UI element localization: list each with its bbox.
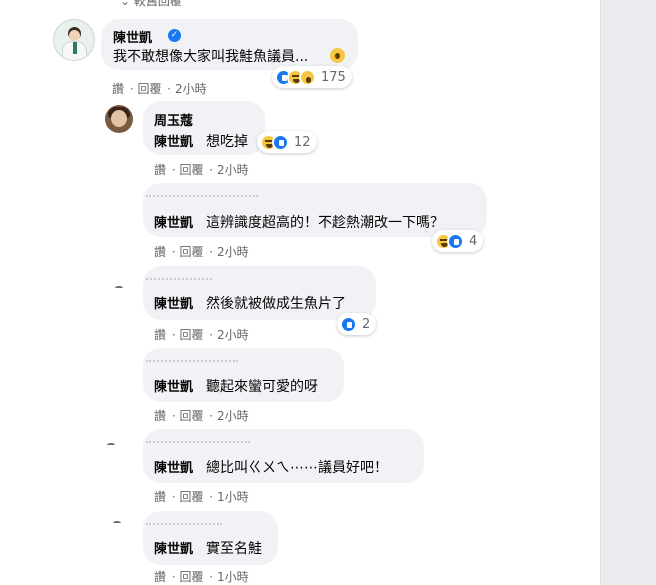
reaction-count: 12 [294,134,311,150]
comment-text: 想吃掉 [206,134,248,150]
like-link[interactable]: 讚 [154,490,166,504]
timestamp[interactable]: 2小時 [217,163,249,177]
comment-text: 然後就被做成生魚片了 [206,296,346,312]
reply-link[interactable]: 回覆 [137,82,161,96]
avatar[interactable] [110,516,124,530]
reaction-count: 4 [469,233,478,249]
redacted-author [146,436,250,443]
avatar[interactable] [104,438,118,452]
comment-author[interactable]: 陳世凱 [113,27,152,46]
like-reaction-icon [340,315,357,333]
comments-panel: ⌄ 較舊回覆 陳世凱 ✓ 我不敢想像大家叫我鮭魚議員... 175 讚 · 回覆… [0,0,601,585]
tagged-user[interactable]: 陳世凱 [154,376,193,395]
timestamp[interactable]: 2小時 [217,245,249,259]
redacted-author [146,355,238,362]
tagged-user[interactable]: 陳世凱 [154,212,193,231]
like-link[interactable]: 讚 [154,245,166,259]
comment-actions: 讚 · 回覆 · 1小時 [154,490,249,504]
timestamp[interactable]: 2小時 [217,328,249,342]
comment-actions: 讚 · 回覆 · 2小時 [154,328,249,342]
tagged-user[interactable]: 陳世凱 [154,131,193,150]
avatar[interactable] [112,281,126,295]
tagged-user[interactable]: 陳世凱 [154,457,193,476]
avatar[interactable] [53,19,95,61]
reaction-count: 175 [321,69,346,85]
reply-link[interactable]: 回覆 [179,409,203,423]
comment-text: 聽起來蠻可愛的呀 [206,379,318,395]
reply-link[interactable]: 回覆 [179,163,203,177]
comment-actions: 讚 · 回覆 · 2小時 [154,245,249,259]
like-link[interactable]: 讚 [112,82,124,96]
timestamp[interactable]: 2小時 [175,82,207,96]
wow-emoji-icon [330,48,345,63]
verified-badge-icon: ✓ [168,29,181,42]
reply-link[interactable]: 回覆 [179,245,203,259]
reaction-count: 2 [362,316,371,332]
reaction-summary[interactable]: 12 [257,131,317,153]
like-link[interactable]: 讚 [154,328,166,342]
comment-text: 我不敢想像大家叫我鮭魚議員... [113,49,309,65]
comment-actions: 讚 · 回覆 · 2小時 [154,163,249,177]
redacted-author [146,273,212,280]
comment-text: 實至名鮭 [206,541,262,557]
tagged-user[interactable]: 陳世凱 [154,538,193,557]
tagged-user[interactable]: 陳世凱 [154,293,193,312]
comment-author[interactable]: 周玉蔻 [154,110,193,129]
reply-link[interactable]: 回覆 [179,490,203,504]
reaction-summary[interactable]: 4 [432,230,484,252]
reply-link[interactable]: 回覆 [179,570,203,584]
comment-actions: 讚 · 回覆 · 2小時 [154,409,249,423]
like-reaction-icon [447,232,464,250]
redacted-author [146,190,258,197]
comment-text: 這辨識度超高的！不趁熱潮改一下嗎？ [206,215,444,231]
like-reaction-icon [272,133,289,151]
reaction-summary[interactable]: 2 [337,313,377,335]
view-previous-replies-link[interactable]: ⌄ 較舊回覆 [120,0,182,9]
reply-link[interactable]: 回覆 [179,328,203,342]
like-link[interactable]: 讚 [154,163,166,177]
comment-actions: 讚 · 回覆 · 1小時 [154,570,249,584]
like-link[interactable]: 讚 [154,409,166,423]
timestamp[interactable]: 2小時 [217,409,249,423]
like-link[interactable]: 讚 [154,570,166,584]
redacted-author [146,518,222,525]
timestamp[interactable]: 1小時 [217,570,249,584]
avatar[interactable] [105,105,133,133]
page-background [602,0,656,585]
reaction-summary[interactable]: 175 [272,66,352,88]
comment-text: 總比叫ㄍㄨㄟ⋯⋯議員好吧！ [206,460,388,476]
timestamp[interactable]: 1小時 [217,490,249,504]
wow-reaction-icon [299,68,316,86]
comment-actions: 讚 · 回覆 · 2小時 [112,82,207,96]
